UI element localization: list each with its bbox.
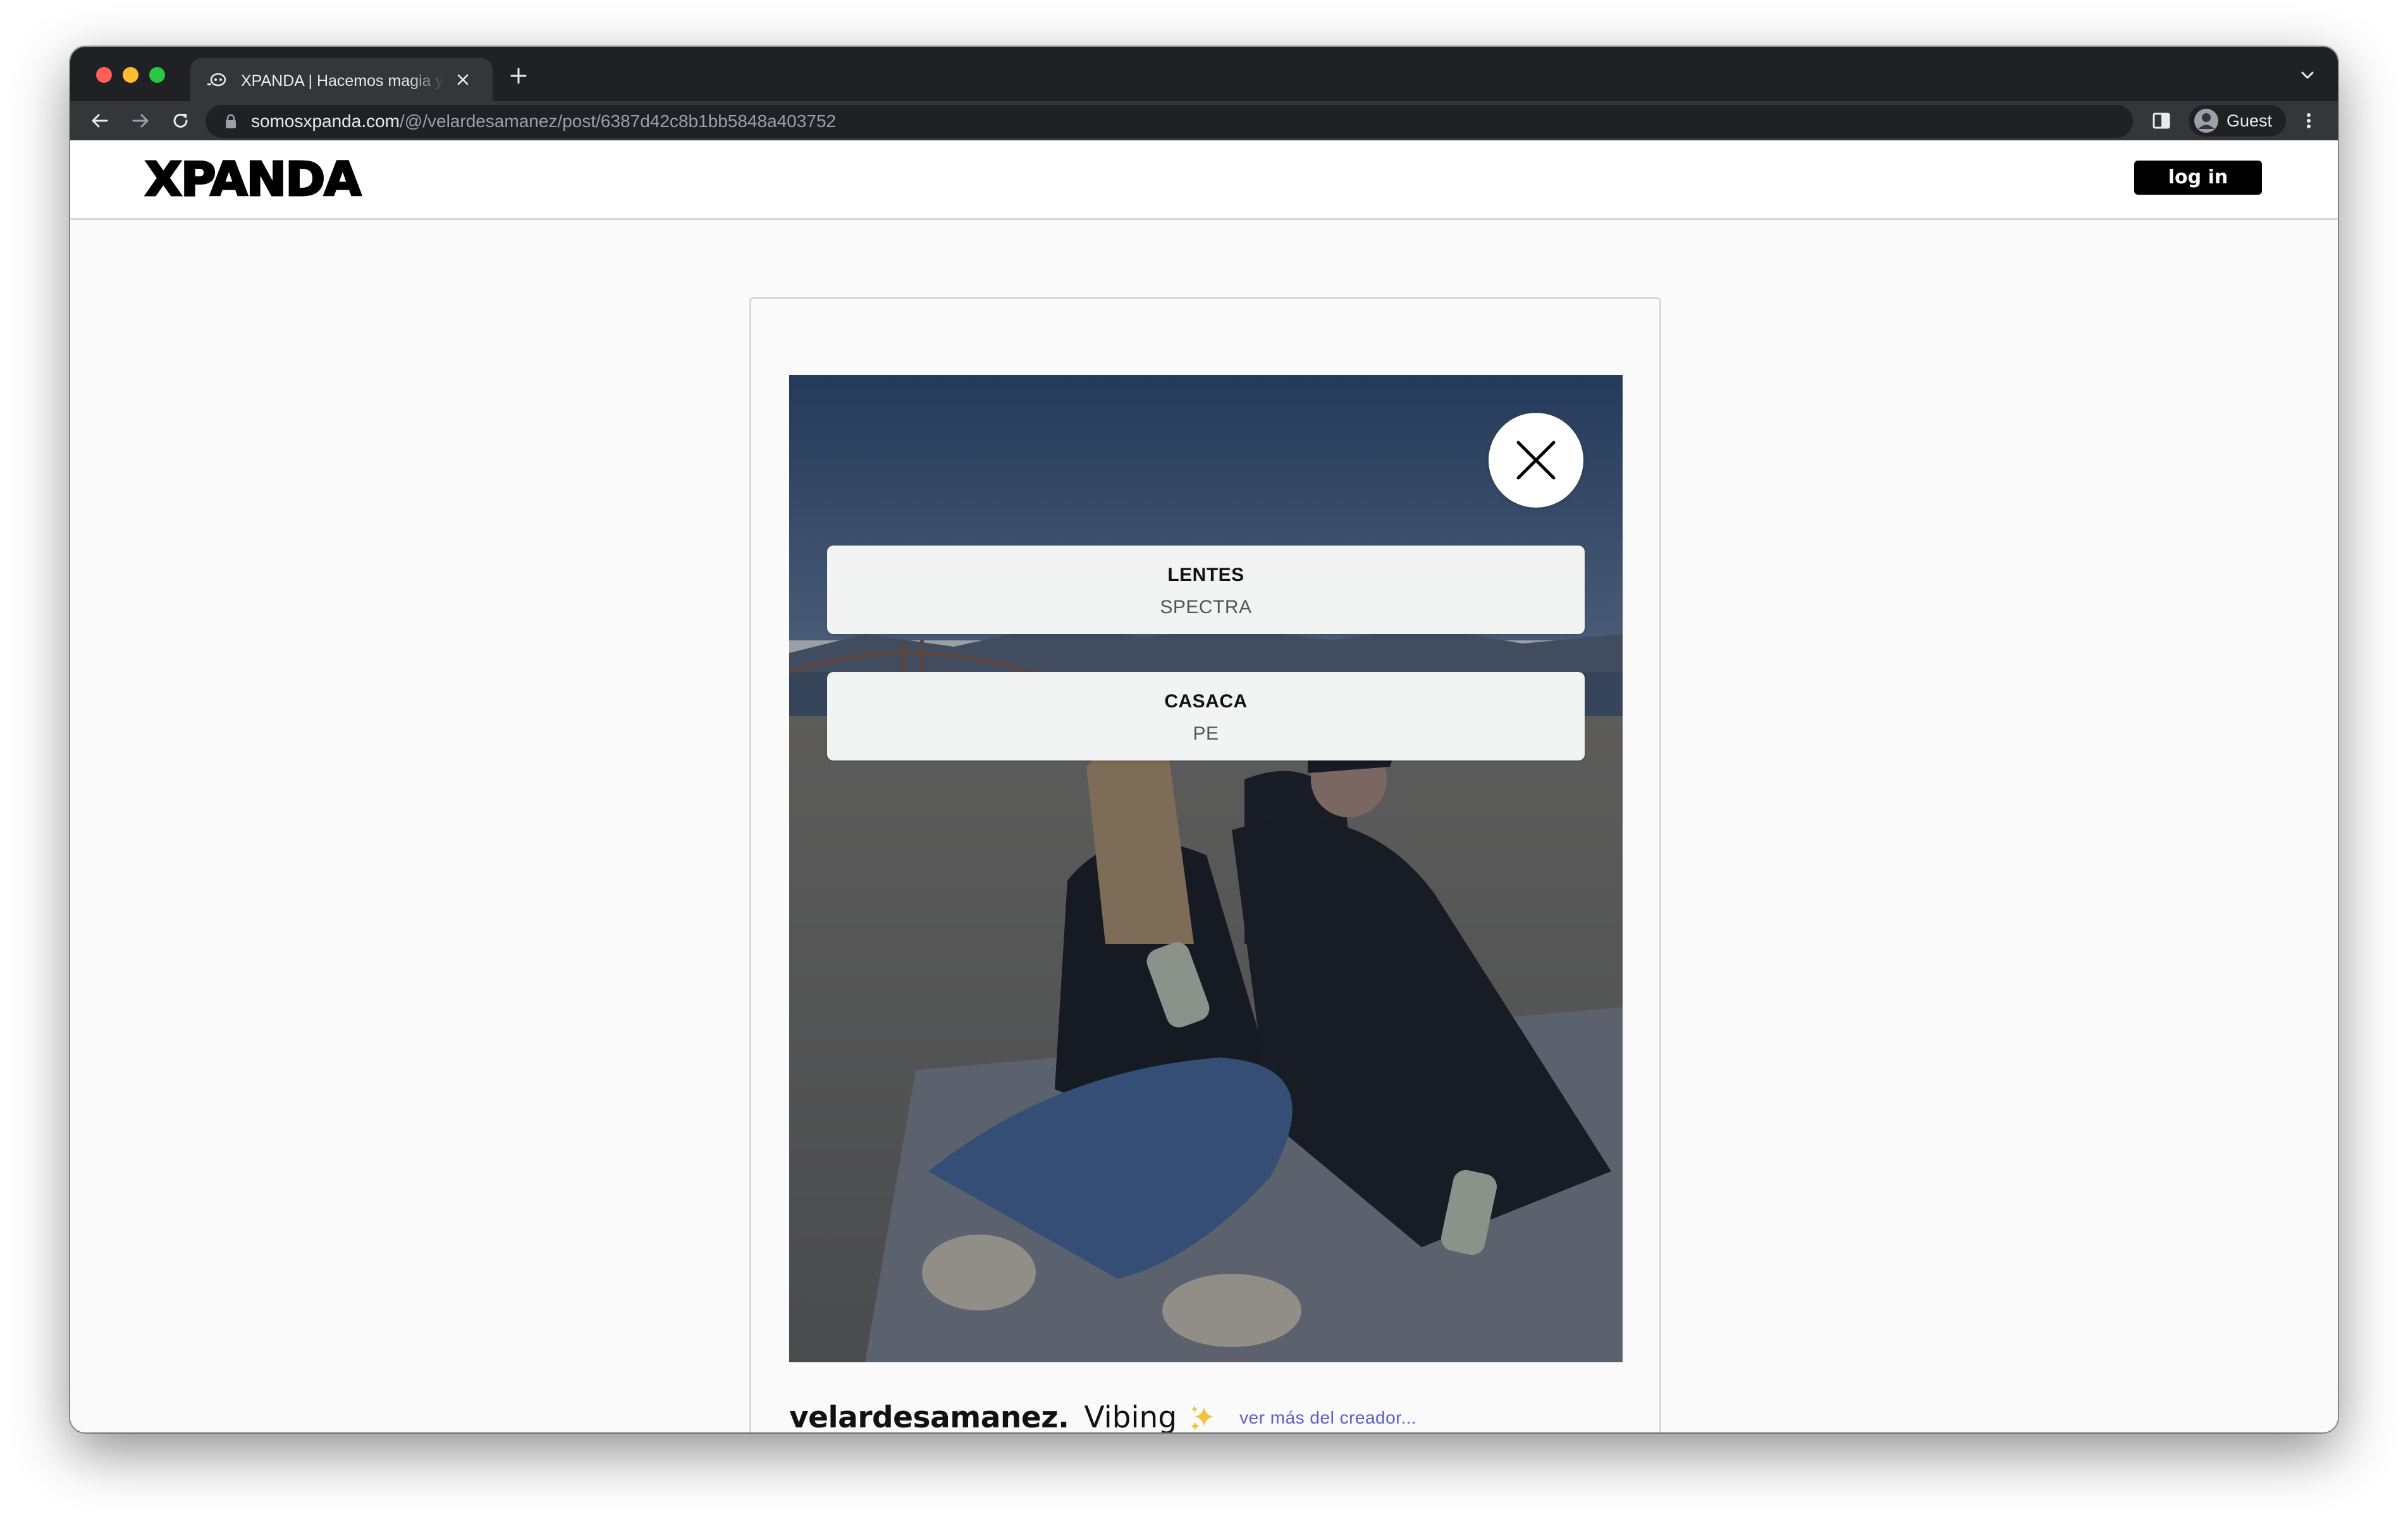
browser-toolbar: somosxpanda.com/@/velardesamanez/post/63… (70, 101, 2338, 140)
caption-text: Vibing (1084, 1400, 1177, 1432)
profile-button[interactable]: Guest (2189, 105, 2286, 137)
product-name: LENTES (1167, 565, 1244, 585)
post-caption: velardesamanez. Vibing ver más del creado… (789, 1400, 1416, 1432)
forward-icon[interactable] (130, 110, 151, 131)
product-tag-card[interactable]: LENTES SPECTRA (827, 546, 1585, 634)
panda-favicon-icon (207, 73, 226, 87)
profile-label: Guest (2227, 111, 2273, 130)
login-button[interactable]: log in (2134, 161, 2262, 195)
product-brand: PE (1193, 723, 1219, 744)
site-logo[interactable]: XPANDA (144, 154, 362, 206)
address-bar[interactable]: somosxpanda.com/@/velardesamanez/post/63… (206, 105, 2133, 138)
chevron-down-icon[interactable] (2299, 68, 2316, 82)
url-text: somosxpanda.com/@/velardesamanez/post/63… (251, 111, 837, 131)
creator-username[interactable]: velardesamanez. (789, 1400, 1069, 1432)
tab-strip: XPANDA | Hacemos magia y te (70, 47, 2338, 101)
lock-icon[interactable] (224, 114, 237, 129)
tab-title: XPANDA | Hacemos magia y te (241, 72, 445, 90)
browser-window: XPANDA | Hacemos magia y te somosxpanda.… (70, 47, 2338, 1432)
close-button[interactable] (1489, 413, 1583, 508)
back-icon[interactable] (89, 110, 111, 131)
browser-tab[interactable]: XPANDA | Hacemos magia y te (190, 58, 493, 101)
window-close-button[interactable] (96, 67, 112, 83)
window-zoom-button[interactable] (149, 67, 165, 83)
photo-dim-overlay (789, 375, 1623, 1362)
product-brand: SPECTRA (1160, 597, 1252, 618)
avatar-icon (2194, 109, 2218, 133)
kebab-menu-icon[interactable] (2302, 110, 2315, 131)
tab-close-icon[interactable] (455, 71, 471, 88)
close-icon (1516, 441, 1556, 480)
new-tab-icon[interactable] (508, 66, 529, 86)
post-photo: LENTES SPECTRA CASACA PE (789, 375, 1623, 1362)
web-page: XPANDA log in LENTES SPECTRA CASACA PE v… (70, 140, 2338, 1432)
post-card: LENTES SPECTRA CASACA PE velardesamanez.… (749, 297, 1661, 1432)
site-header: XPANDA log in (70, 140, 2338, 220)
more-from-creator-link[interactable]: ver más del creador... (1239, 1408, 1416, 1427)
window-minimize-button[interactable] (123, 67, 138, 83)
reload-icon[interactable] (170, 110, 192, 131)
product-tag-card[interactable]: CASACA PE (827, 672, 1585, 760)
sparkles-icon (1190, 1405, 1214, 1431)
side-panel-icon[interactable] (2151, 110, 2172, 131)
product-name: CASACA (1164, 691, 1248, 712)
